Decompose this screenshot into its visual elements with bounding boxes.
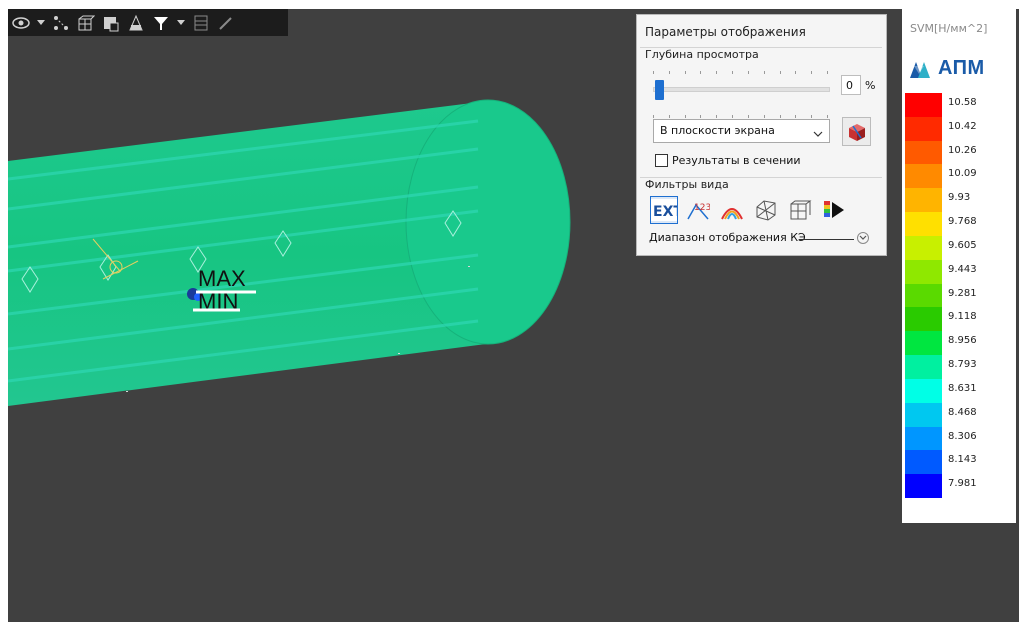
legend-swatch — [905, 140, 942, 165]
apm-logo-icon — [910, 61, 930, 78]
fe-range-label: Диапазон отображения КЭ — [649, 231, 806, 244]
percent-sign: % — [865, 79, 876, 92]
legend-swatch — [905, 116, 942, 142]
legend-swatch — [905, 474, 942, 499]
color-scale-play-icon[interactable] — [820, 196, 848, 224]
legend-value-label: 8.306 — [948, 430, 977, 442]
section-view-icon[interactable] — [125, 12, 147, 34]
legend-color-bar — [905, 93, 942, 499]
legend-value-label: 8.631 — [948, 382, 977, 394]
legend-value-label: 9.118 — [948, 311, 977, 323]
display-parameters-panel: Параметры отображения Глубина просмотра … — [636, 14, 887, 256]
legend-swatch — [905, 450, 942, 475]
legend-value-label: 10.58 — [948, 97, 977, 108]
mesh-icon[interactable] — [752, 196, 780, 224]
chevron-down-icon — [813, 125, 823, 147]
view-depth-input[interactable]: 0 — [841, 75, 861, 95]
numbers-123-icon[interactable]: 123 — [684, 196, 712, 224]
section-results-label: Результаты в сечении — [672, 154, 801, 167]
view-toolbar — [8, 9, 288, 36]
view-filters-group: Фильтры вида EXT 123 — [640, 177, 882, 238]
legend-swatch — [905, 235, 942, 261]
legend-swatch — [905, 378, 942, 404]
max-marker-label: MAX — [198, 266, 246, 291]
section-results-checkbox[interactable]: Результаты в сечении — [655, 154, 801, 167]
view-filters-label: Фильтры вида — [645, 178, 729, 191]
legend-value-label: 10.09 — [948, 168, 977, 180]
legend-swatch — [905, 93, 942, 118]
legend-value-label: 9.605 — [948, 239, 977, 251]
legend-swatch — [905, 426, 942, 451]
legend-swatch — [905, 188, 942, 213]
fe-range-row[interactable]: Диапазон отображения КЭ — [649, 231, 879, 244]
apm-logo: АПМ — [910, 57, 985, 80]
table-icon[interactable] — [190, 12, 212, 34]
view-depth-group: Глубина просмотра 0 % В плоскости экрана — [640, 47, 882, 178]
legend-swatch — [905, 355, 942, 380]
color-legend: SVM[Н/мм^2] АПМ 10.58 10.42 10.26 10.09 9.93… — [902, 9, 1016, 523]
view-eye-icon[interactable] — [10, 12, 32, 34]
legend-swatch — [905, 402, 942, 428]
filter-dropdown-arrow-icon[interactable] — [175, 12, 187, 34]
legend-value-label: 7.981 — [948, 478, 977, 490]
legend-swatch — [905, 307, 942, 332]
render-mode-icon[interactable] — [100, 12, 122, 34]
view-depth-label: Глубина просмотра — [645, 48, 759, 61]
node-link-icon[interactable] — [50, 12, 72, 34]
eyedropper-icon[interactable] — [215, 12, 237, 34]
legend-value-label: 9.281 — [948, 287, 977, 299]
legend-value-label: 9.443 — [948, 263, 977, 275]
slider-thumb[interactable] — [655, 80, 664, 100]
checkbox-box[interactable] — [655, 154, 668, 167]
filter-funnel-icon[interactable] — [150, 12, 172, 34]
ext-filter-icon[interactable]: EXT — [650, 196, 678, 224]
section-cube-button[interactable] — [842, 117, 871, 146]
svg-text:123: 123 — [694, 203, 710, 213]
isolines-icon[interactable] — [718, 196, 746, 224]
legend-swatch — [905, 212, 942, 237]
view-dropdown-arrow-icon[interactable] — [35, 12, 47, 34]
expand-chevron-icon[interactable] — [857, 232, 869, 244]
svg-text:EXT: EXT — [653, 204, 677, 220]
legend-swatch — [905, 283, 942, 308]
legend-value-label: 8.793 — [948, 359, 977, 371]
view-depth-slider[interactable] — [653, 71, 830, 118]
divider — [799, 239, 854, 240]
grid-cube-icon[interactable] — [75, 12, 97, 34]
plane-select-value: В плоскости экрана — [660, 124, 775, 137]
panel-title: Параметры отображения — [645, 25, 806, 39]
legend-swatch — [905, 164, 942, 189]
plane-select[interactable]: В плоскости экрана — [653, 119, 830, 143]
mesh-grid-icon[interactable] — [786, 196, 814, 224]
legend-swatch — [905, 331, 942, 356]
legend-value-label: 8.468 — [948, 406, 977, 418]
legend-value-label: 8.956 — [948, 335, 977, 347]
legend-title: SVM[Н/мм^2] — [910, 22, 988, 35]
legend-value-label: 9.93 — [948, 192, 971, 204]
legend-value-label: 10.42 — [948, 120, 977, 132]
legend-value-label: 9.768 — [948, 216, 977, 228]
legend-value-label: 10.26 — [948, 144, 977, 156]
apm-logo-text: АПМ — [938, 57, 985, 79]
section-cube-icon — [848, 123, 865, 141]
legend-value-label: 8.143 — [948, 454, 977, 466]
legend-swatch — [905, 259, 942, 285]
